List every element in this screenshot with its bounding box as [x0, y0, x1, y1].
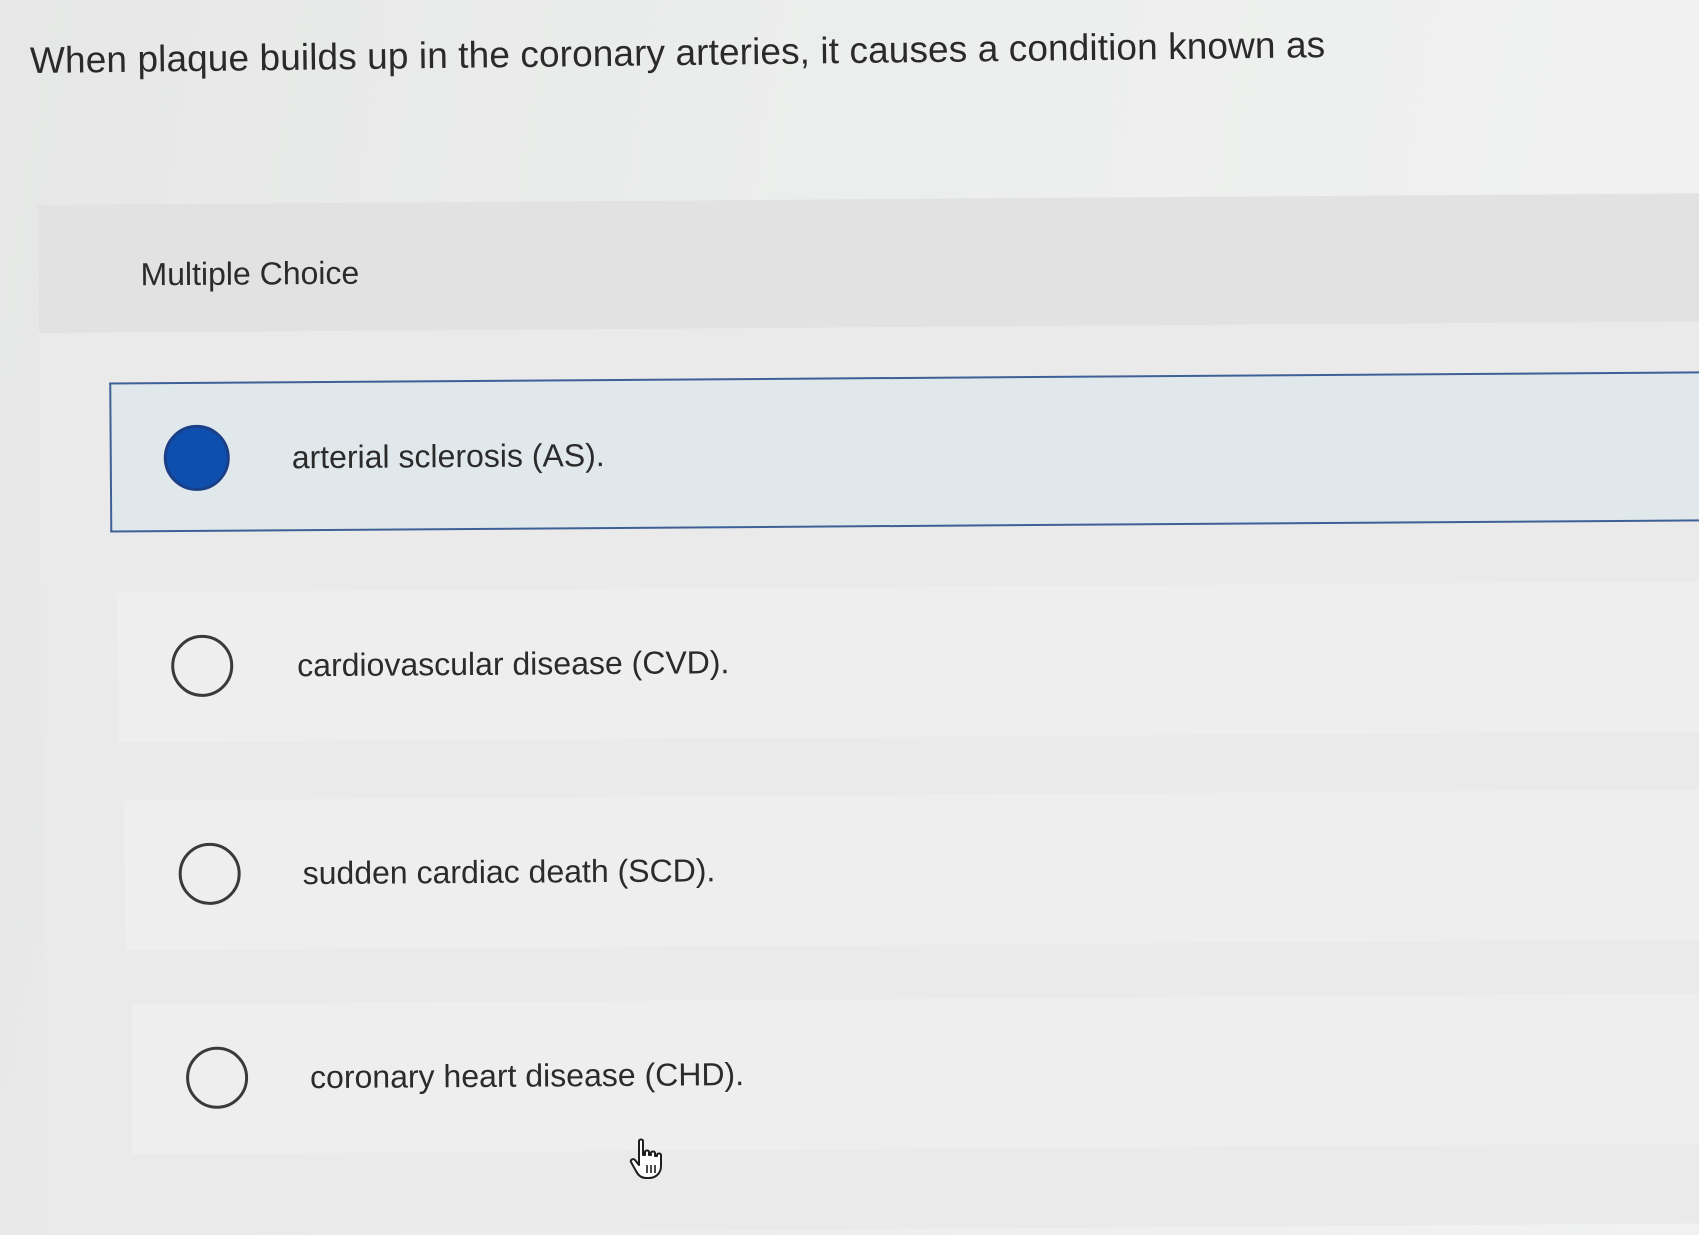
- radio-unselected-icon[interactable]: [171, 634, 234, 698]
- option-label: cardiovascular disease (CVD).: [297, 644, 730, 684]
- multiple-choice-label: Multiple Choice: [140, 254, 360, 293]
- option-coronary-heart-disease[interactable]: coronary heart disease (CHD).: [131, 993, 1699, 1155]
- option-sudden-cardiac-death[interactable]: sudden cardiac death (SCD).: [124, 789, 1699, 951]
- option-label: arterial sclerosis (AS).: [291, 437, 605, 476]
- option-label: sudden cardiac death (SCD).: [302, 852, 716, 892]
- multiple-choice-panel: Multiple Choice arterial sclerosis (AS).…: [38, 193, 1699, 1235]
- radio-selected-icon[interactable]: [163, 424, 230, 492]
- option-cardiovascular-disease[interactable]: cardiovascular disease (CVD).: [116, 581, 1699, 743]
- radio-unselected-icon[interactable]: [178, 842, 241, 906]
- option-arterial-sclerosis[interactable]: arterial sclerosis (AS).: [109, 371, 1699, 533]
- question-text: When plaque builds up in the coronary ar…: [29, 24, 1326, 81]
- multiple-choice-header: Multiple Choice: [38, 193, 1699, 333]
- radio-unselected-icon[interactable]: [185, 1046, 249, 1109]
- hand-pointer-icon: [629, 1138, 662, 1179]
- option-label: coronary heart disease (CHD).: [309, 1056, 745, 1096]
